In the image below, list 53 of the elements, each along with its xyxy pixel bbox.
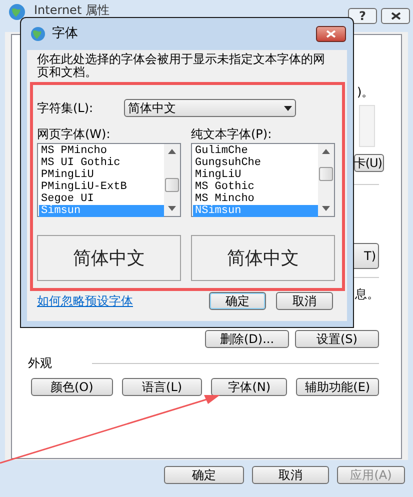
section-heading: 外观	[28, 355, 52, 372]
button[interactable]: 确定	[164, 466, 244, 484]
list-item[interactable]: GungsuhChe	[193, 157, 318, 169]
scrollbar	[359, 105, 375, 147]
button[interactable]: 辅助功能(E)	[296, 378, 379, 396]
list-item[interactable]: MS Mincho	[193, 193, 318, 205]
partial-text: 息。	[354, 286, 379, 303]
field-label: 网页字体(W):	[37, 126, 112, 141]
up-arrow-icon[interactable]	[168, 149, 176, 154]
scroll-thumb[interactable]	[165, 178, 179, 192]
list-item[interactable]: MS PMincho	[39, 145, 164, 157]
button[interactable]: 删除(D)...	[205, 330, 289, 348]
field-label: 纯文本字体(P):	[191, 126, 273, 141]
list-item[interactable]: PMingLiU	[39, 169, 164, 181]
scrollbar[interactable]	[318, 144, 334, 216]
globe-icon	[30, 26, 46, 42]
window-title: Internet 属性	[34, 4, 110, 17]
field-label: 字符集(L):	[37, 100, 94, 117]
button[interactable]: 取消	[276, 292, 333, 310]
description-text: 你在此处选择的字体会被用于显示未指定文本字体的网页和文档。	[37, 53, 326, 79]
up-arrow-icon[interactable]	[322, 149, 330, 154]
scrollbar[interactable]	[164, 144, 180, 216]
globe-icon	[8, 3, 26, 21]
font-preview: 简体中文	[191, 235, 335, 281]
list-item[interactable]: Segoe UI	[39, 193, 164, 205]
close-icon	[326, 30, 336, 38]
list-item[interactable]: MS Gothic	[193, 181, 318, 193]
scroll-thumb[interactable]	[319, 167, 333, 181]
help-button[interactable]: ?	[348, 8, 377, 24]
close-button[interactable]	[316, 26, 346, 42]
button[interactable]: 颜色(O)	[31, 378, 113, 396]
button[interactable]: 确定	[209, 292, 266, 310]
close-icon	[390, 12, 400, 20]
help-link[interactable]: 如何忽略预设字体	[37, 292, 133, 310]
font-list[interactable]: MS PMincho MS UI Gothic PMingLiU PMingLiU-ExtB Segoe UI Simsun	[37, 143, 181, 217]
font-preview: 简体中文	[37, 235, 181, 281]
button[interactable]: 取消	[252, 466, 329, 484]
list-item[interactable]: PMingLiU-ExtB	[39, 181, 164, 193]
button[interactable]: 卡(U)	[354, 154, 384, 172]
partial-text: )。	[356, 84, 375, 101]
button[interactable]: 字体(N)	[211, 378, 288, 396]
list-item[interactable]: MS UI Gothic	[39, 157, 164, 169]
down-arrow-icon[interactable]	[322, 206, 330, 211]
list-item[interactable]: MingLiU	[193, 169, 318, 181]
dialog-title: 字体	[52, 25, 78, 44]
dropdown-arrow-icon	[284, 106, 292, 110]
button[interactable]: 语言(L)	[122, 378, 202, 396]
button[interactable]: 设置(S)	[295, 330, 379, 348]
down-arrow-icon[interactable]	[168, 206, 176, 211]
list-item[interactable]: GulimChe	[193, 145, 318, 157]
close-button[interactable]	[381, 8, 410, 24]
font-list[interactable]: GulimChe GungsuhChe MingLiU MS Gothic MS Mincho NSimsun	[191, 143, 335, 217]
charset-dropdown[interactable]: 简体中文	[124, 99, 296, 117]
